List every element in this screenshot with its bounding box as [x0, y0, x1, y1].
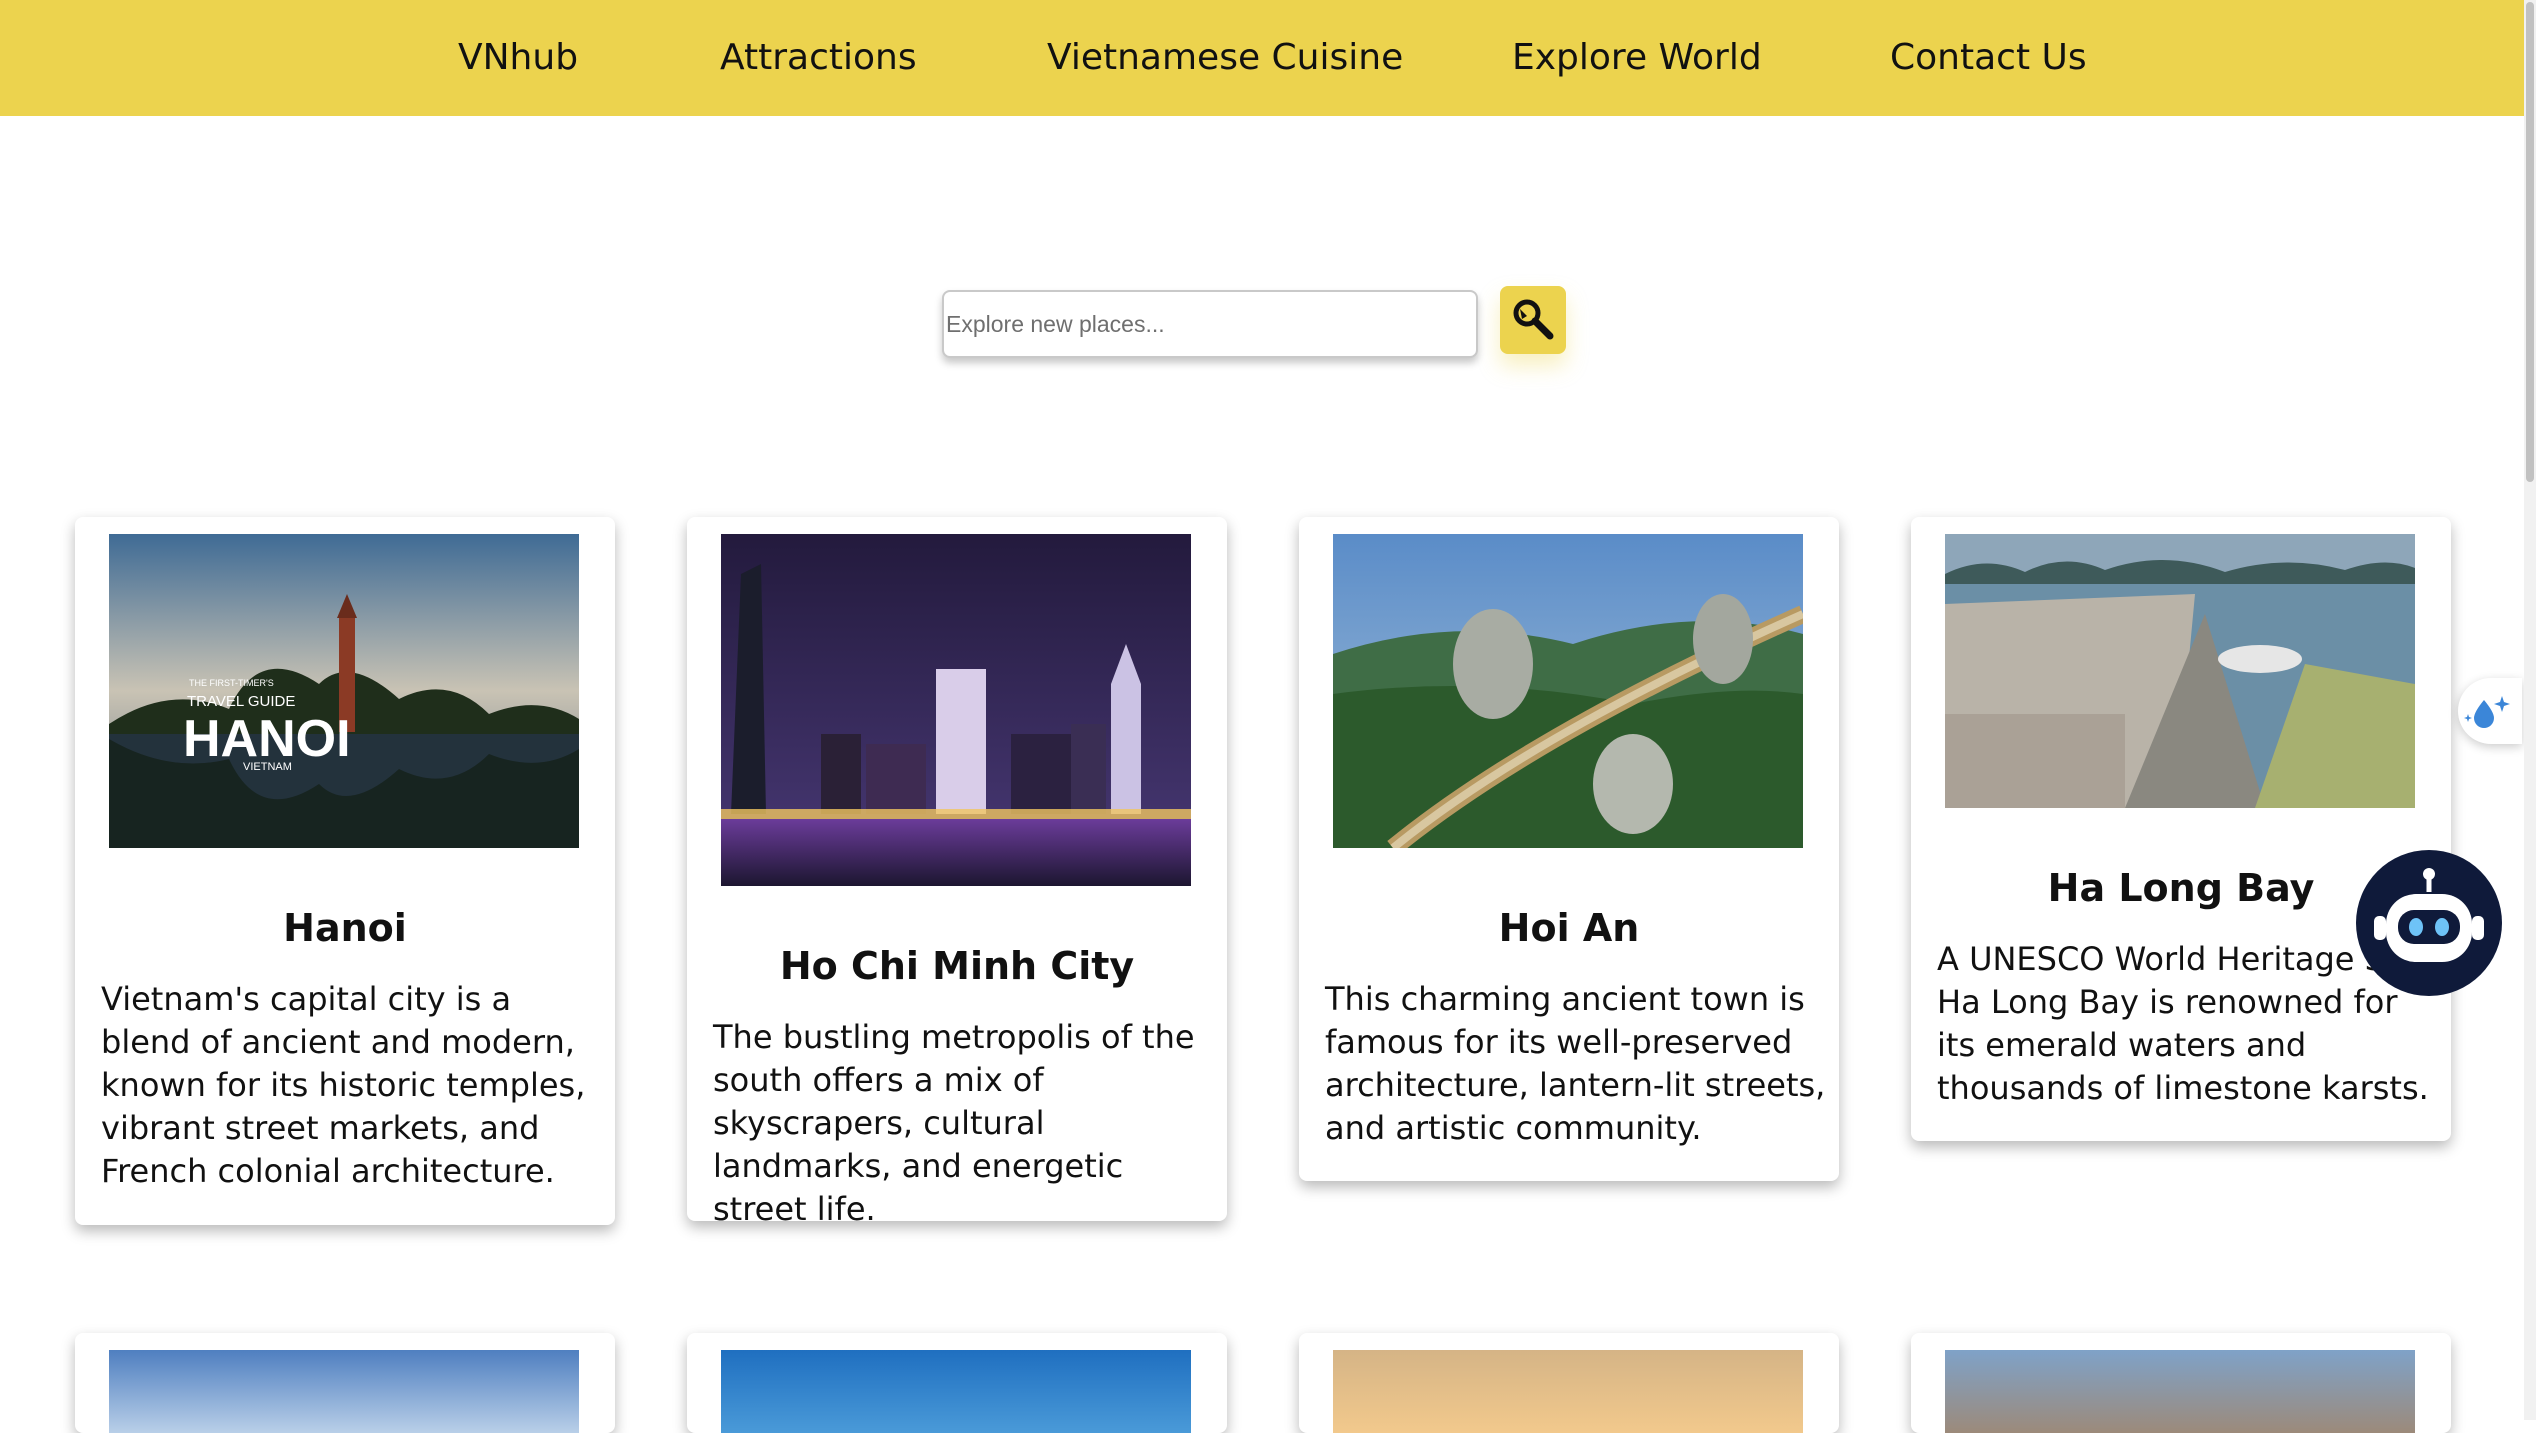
nav-item-contact-us[interactable]: Contact Us: [1890, 0, 2087, 116]
destination-card-ha-long-bay[interactable]: Ha Long Bay A UNESCO World Heritage Site…: [1911, 517, 2451, 1141]
card-description: The bustling metropolis of the south off…: [713, 1018, 1195, 1228]
nav-item-attractions[interactable]: Attractions: [720, 0, 917, 116]
svg-text:VIETNAM: VIETNAM: [243, 761, 292, 773]
hoi-an-image: [1333, 534, 1803, 848]
card-description: This charming ancient town is famous for…: [1325, 980, 1826, 1147]
destination-image: [109, 1350, 579, 1433]
card-title: Hanoi: [283, 906, 407, 950]
vertical-scrollbar[interactable]: [2524, 0, 2536, 1420]
nav-item-explore-world[interactable]: Explore World: [1512, 0, 1762, 116]
destination-card[interactable]: [1911, 1333, 2451, 1433]
scrollbar-thumb[interactable]: [2526, 2, 2534, 482]
destination-card-hanoi[interactable]: THE FIRST-TIMER'S TRAVEL GUIDE HANOI VIE…: [75, 517, 615, 1225]
search-icon: [1513, 299, 1554, 340]
card-title: Ho Chi Minh City: [779, 944, 1135, 988]
destination-image: [1945, 1350, 2415, 1433]
svg-text:TRAVEL GUIDE: TRAVEL GUIDE: [187, 693, 295, 710]
destination-card-hoi-an[interactable]: Hoi An This charming ancient town is fam…: [1299, 517, 1839, 1181]
nav-item-vnhub[interactable]: VNhub: [458, 0, 578, 116]
svg-text:THE FIRST-TIMER'S: THE FIRST-TIMER'S: [189, 678, 274, 688]
hanoi-image: THE FIRST-TIMER'S TRAVEL GUIDE HANOI VIE…: [109, 534, 579, 848]
card-description: Vietnam's capital city is a blend of anc…: [101, 980, 586, 1190]
destination-card[interactable]: [687, 1333, 1227, 1433]
svg-text:HANOI: HANOI: [183, 710, 351, 768]
destination-card[interactable]: [1299, 1333, 1839, 1433]
destination-image: [1333, 1350, 1803, 1433]
ho-chi-minh-city-image: [721, 534, 1191, 886]
card-title: Hoi An: [1498, 906, 1640, 950]
robot-icon: [2374, 868, 2484, 962]
ha-long-bay-image: [1945, 534, 2415, 808]
destination-card-ho-chi-minh-city[interactable]: Ho Chi Minh City The bustling metropolis…: [687, 517, 1227, 1228]
destination-card[interactable]: [75, 1333, 615, 1433]
chatbot-button[interactable]: [2356, 850, 2502, 996]
water-drop-sparkle-icon: [2464, 696, 2510, 728]
side-tab-button[interactable]: [2458, 678, 2522, 744]
card-title: Ha Long Bay: [2047, 866, 2315, 910]
destination-image: [721, 1350, 1191, 1433]
nav-item-vietnamese-cuisine[interactable]: Vietnamese Cuisine: [1047, 0, 1403, 116]
search-button[interactable]: [1500, 286, 1566, 354]
top-navigation: VNhub Attractions Vietnamese Cuisine Exp…: [0, 0, 2524, 116]
search-input[interactable]: [942, 290, 1478, 358]
